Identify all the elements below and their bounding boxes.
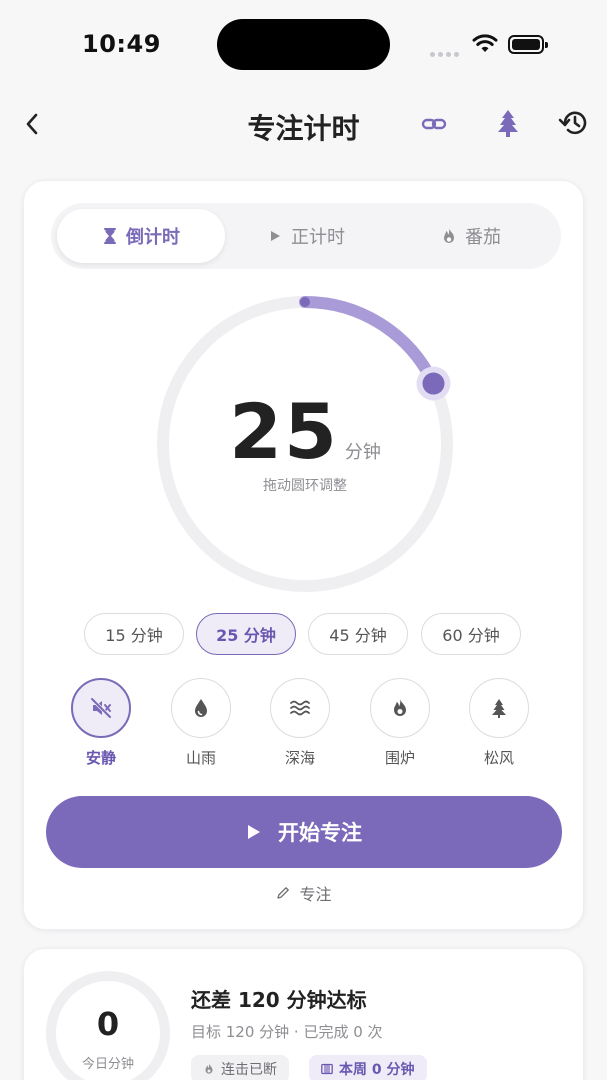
sound-deep-sea[interactable]: 深海 xyxy=(268,678,332,768)
sound-fireside[interactable]: 围炉 xyxy=(368,678,432,768)
drag-hint: 拖动圆环调整 xyxy=(263,478,347,494)
preset-15-button[interactable]: 15 分钟 xyxy=(84,613,184,655)
calendar-bars-icon xyxy=(321,1063,333,1075)
focus-tag-label: 专注 xyxy=(299,885,332,904)
sound-fireside-label: 围炉 xyxy=(384,749,415,767)
timer-ring[interactable]: 25 分钟 拖动圆环调整 xyxy=(152,291,458,597)
streak-chip: 连击已断 xyxy=(191,1055,289,1080)
tab-countdown[interactable]: 倒计时 xyxy=(57,209,225,263)
fire-icon xyxy=(394,699,406,716)
sound-quiet[interactable]: 安静 xyxy=(69,678,133,768)
sound-pine-wind-label: 松风 xyxy=(483,749,514,767)
tab-pomodoro[interactable]: 番茄 xyxy=(387,209,555,263)
today-minutes-label: 今日分钟 xyxy=(81,1057,134,1072)
weekly-chip: 本周 0 分钟 xyxy=(309,1055,427,1080)
link-icon[interactable] xyxy=(420,110,448,138)
ambient-sound-options: 安静 山雨 深海 围炉 松风 xyxy=(69,678,549,768)
tab-countup-label: 正计时 xyxy=(291,227,345,248)
sound-mountain-rain-label: 山雨 xyxy=(185,749,216,767)
flame-icon xyxy=(205,1063,213,1074)
timer-card: 倒计时 正计时 番茄 25 分钟 拖动圆环调整 15 分钟 25 分钟 45 分… xyxy=(23,180,584,930)
start-focus-button[interactable]: 开始专注 xyxy=(46,796,562,868)
timer-unit: 分钟 xyxy=(344,442,381,463)
pine-tree-icon xyxy=(492,699,506,718)
wifi-icon xyxy=(472,34,498,52)
today-summary-card: 0 今日分钟 还差 120 分钟达标 目标 120 分钟 · 已完成 0 次 连… xyxy=(23,948,584,1080)
mode-segmented-control: 倒计时 正计时 番茄 xyxy=(51,203,561,269)
today-minutes-ring: 0 今日分钟 xyxy=(46,971,170,1080)
status-time: 10:49 xyxy=(82,30,161,58)
waves-icon xyxy=(290,700,310,716)
dynamic-island xyxy=(217,19,390,70)
sound-pine-wind[interactable]: 松风 xyxy=(467,678,531,768)
tab-pomodoro-label: 番茄 xyxy=(465,227,501,248)
tree-icon[interactable] xyxy=(494,108,522,138)
hourglass-icon xyxy=(104,228,116,244)
timer-display: 25 分钟 xyxy=(152,387,458,476)
today-minutes-value: 0 xyxy=(96,1005,120,1043)
history-icon[interactable] xyxy=(557,108,589,138)
goal-title: 还差 120 分钟达标 xyxy=(191,988,367,1012)
cellular-signal-icon xyxy=(430,42,464,57)
tab-countup[interactable]: 正计时 xyxy=(222,209,390,263)
start-focus-label: 开始专注 xyxy=(278,821,362,845)
focus-tag-edit[interactable]: 专注 xyxy=(24,881,583,905)
battery-icon xyxy=(508,35,548,54)
navigation-bar: 专注计时 xyxy=(0,95,607,155)
preset-60-button[interactable]: 60 分钟 xyxy=(421,613,521,655)
status-bar: 10:49 xyxy=(0,0,607,90)
tab-countdown-label: 倒计时 xyxy=(126,227,180,248)
preset-45-button[interactable]: 45 分钟 xyxy=(308,613,408,655)
ring-progress-arc xyxy=(299,296,440,390)
play-icon xyxy=(271,231,280,241)
raindrop-icon xyxy=(195,699,207,717)
flame-icon xyxy=(444,228,454,243)
ring-start-cap xyxy=(300,297,310,307)
sound-deep-sea-label: 深海 xyxy=(284,749,315,767)
weekly-chip-label: 本周 0 分钟 xyxy=(339,1062,415,1078)
duration-presets: 15 分钟 25 分钟 45 分钟 60 分钟 xyxy=(84,613,524,655)
play-icon xyxy=(248,825,260,839)
mute-icon xyxy=(90,697,112,719)
sound-quiet-label: 安静 xyxy=(85,749,116,767)
preset-25-button[interactable]: 25 分钟 xyxy=(196,613,296,655)
sound-mountain-rain[interactable]: 山雨 xyxy=(169,678,233,768)
goal-subtitle: 目标 120 分钟 · 已完成 0 次 xyxy=(191,1023,383,1041)
streak-chip-label: 连击已断 xyxy=(221,1062,277,1078)
pencil-icon xyxy=(277,887,290,899)
timer-value: 25 xyxy=(229,387,339,476)
